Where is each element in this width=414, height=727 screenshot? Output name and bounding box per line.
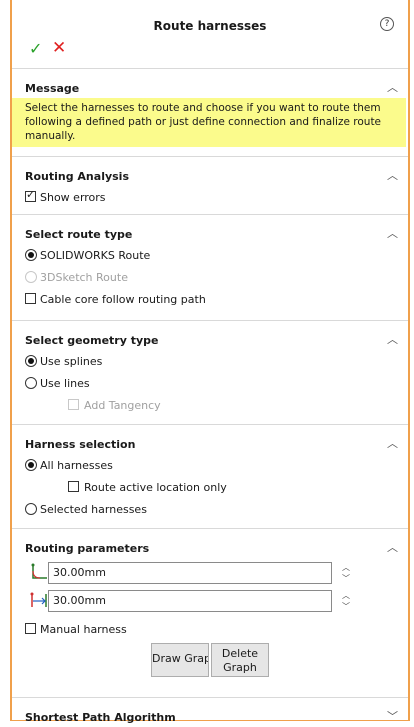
bend-radius-icon — [31, 563, 47, 579]
message-text: Select the harnesses to route and choose… — [12, 98, 406, 147]
chevron-up-icon[interactable]: ︿ — [387, 435, 398, 451]
chevron-up-icon[interactable]: ︿ — [387, 79, 398, 95]
use-lines-label: Use lines — [40, 377, 90, 390]
route-active-label: Route active location only — [84, 481, 227, 494]
manual-harness-checkbox[interactable] — [25, 623, 36, 634]
message-section: Message ︿ Select the harnesses to route … — [12, 68, 408, 156]
offset-distance-input[interactable]: 30.00mm — [48, 590, 332, 612]
all-harnesses-label: All harnesses — [40, 459, 113, 472]
section-title: Select geometry type — [25, 334, 159, 347]
selected-harnesses-row[interactable]: Selected harnesses — [12, 498, 408, 520]
show-errors-row[interactable]: ✓ Show errors — [12, 186, 408, 208]
use-splines-row[interactable]: Use splines — [12, 350, 408, 372]
routing-analysis-header[interactable]: Routing Analysis ︿ — [12, 157, 408, 186]
3dsketch-route-label: 3DSketch Route — [40, 271, 128, 284]
section-title: Routing parameters — [25, 542, 150, 555]
all-harnesses-radio[interactable] — [25, 459, 37, 471]
message-section-header[interactable]: Message ︿ — [12, 69, 408, 98]
chevron-up-icon[interactable]: ︿ — [387, 167, 398, 183]
section-title: Harness selection — [25, 438, 136, 451]
add-tangency-checkbox — [68, 399, 79, 410]
route-type-section: Select route type ︿ SOLIDWORKS Route 3DS… — [12, 214, 408, 320]
routing-parameters-section: Routing parameters ︿ 30.00mm ︿ ﹀ 30.00mm … — [12, 528, 408, 697]
harness-selection-section: Harness selection ︿ All harnesses Route … — [12, 424, 408, 528]
section-title: Shortest Path Algorithm — [25, 711, 176, 724]
chevron-up-icon[interactable]: ︿ — [387, 331, 398, 347]
help-icon[interactable]: ? — [380, 17, 394, 31]
radio-dot-icon — [28, 462, 34, 468]
manual-harness-row[interactable]: Manual harness — [12, 618, 408, 640]
harness-selection-header[interactable]: Harness selection ︿ — [12, 425, 408, 454]
route-active-row[interactable]: Route active location only — [12, 476, 408, 498]
solidworks-route-row[interactable]: SOLIDWORKS Route — [12, 244, 408, 266]
add-tangency-row: Add Tangency — [12, 394, 408, 416]
bend-radius-stepper[interactable]: ︿ ﹀ — [340, 562, 352, 586]
panel-title: Route harnesses — [153, 19, 267, 33]
section-title: Select route type — [25, 228, 133, 241]
solidworks-route-radio[interactable] — [25, 249, 37, 261]
use-lines-radio[interactable] — [25, 377, 37, 389]
cable-core-label: Cable core follow routing path — [40, 293, 206, 306]
ok-checkmark-icon[interactable]: ✓ — [29, 39, 42, 58]
cable-core-checkbox[interactable] — [25, 293, 36, 304]
geometry-type-section: Select geometry type ︿ Use splines Use l… — [12, 320, 408, 424]
use-splines-label: Use splines — [40, 355, 103, 368]
checkmark-icon: ✓ — [26, 188, 36, 201]
cancel-close-icon[interactable]: ✕ — [52, 38, 66, 58]
offset-distance-stepper[interactable]: ︿ ﹀ — [340, 590, 352, 614]
shortest-path-section: Shortest Path Algorithm ﹀ — [12, 697, 408, 727]
use-lines-row[interactable]: Use lines — [12, 372, 408, 394]
geometry-type-header[interactable]: Select geometry type ︿ — [12, 321, 408, 350]
show-errors-label: Show errors — [40, 191, 106, 204]
cable-core-row[interactable]: Cable core follow routing path — [12, 288, 408, 310]
solidworks-route-label: SOLIDWORKS Route — [40, 249, 151, 262]
shortest-path-header[interactable]: Shortest Path Algorithm ﹀ — [12, 698, 408, 727]
all-harnesses-row[interactable]: All harnesses — [12, 454, 408, 476]
offset-distance-icon — [30, 592, 47, 607]
panel-header: Route harnesses ? — [12, 0, 408, 34]
chevron-up-icon[interactable]: ︿ — [387, 539, 398, 555]
selected-harnesses-label: Selected harnesses — [40, 503, 147, 516]
delete-graph-button[interactable]: Delete Graph — [211, 643, 269, 677]
use-splines-radio[interactable] — [25, 355, 37, 367]
routing-analysis-section: Routing Analysis ︿ ✓ Show errors — [12, 156, 408, 214]
selected-harnesses-radio[interactable] — [25, 503, 37, 515]
routing-parameters-header[interactable]: Routing parameters ︿ — [12, 529, 408, 558]
draw-graph-button[interactable]: Draw Graph — [151, 643, 209, 677]
route-type-header[interactable]: Select route type ︿ — [12, 215, 408, 244]
bend-radius-input[interactable]: 30.00mm — [48, 562, 332, 584]
show-errors-checkbox[interactable]: ✓ — [25, 188, 36, 202]
3dsketch-route-row: 3DSketch Route — [12, 266, 408, 288]
property-manager-panel: Route harnesses ? ✓ ✕ Message ︿ Select t… — [10, 0, 410, 724]
radio-dot-icon — [28, 358, 34, 364]
manual-harness-label: Manual harness — [40, 623, 127, 636]
route-active-checkbox[interactable] — [68, 481, 79, 492]
chevron-up-icon[interactable]: ︿ — [387, 225, 398, 241]
action-bar: ✓ ✕ — [12, 34, 408, 68]
add-tangency-label: Add Tangency — [84, 399, 161, 412]
radio-dot-icon — [28, 252, 34, 258]
3dsketch-route-radio — [25, 271, 37, 283]
section-title: Routing Analysis — [25, 170, 129, 183]
section-title: Message — [25, 82, 80, 95]
